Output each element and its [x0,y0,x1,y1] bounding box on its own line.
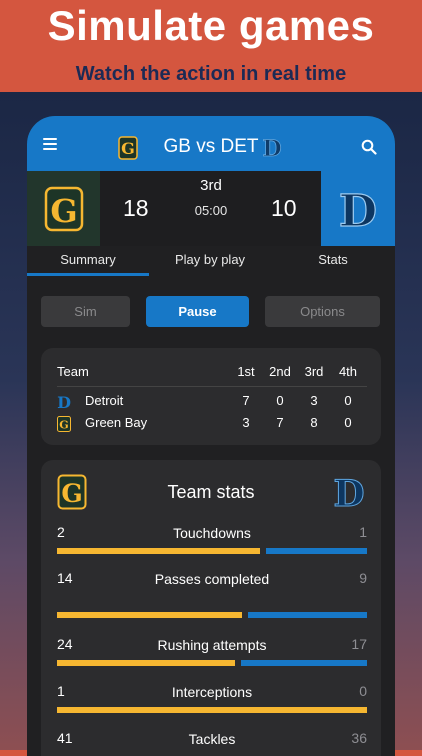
stat-row-interceptions: 1 Interceptions 0 [57,683,367,717]
stat-label: Tackles [188,731,236,747]
detroit-logo-icon: D [333,474,365,510]
q3-header: 3rd [304,364,324,379]
q1-score: 7 [242,393,250,408]
quarter-header-row: Team 1st 2nd 3rd 4th [57,364,367,384]
stat-label: Interceptions [171,684,253,700]
quarter-scores-card: Team 1st 2nd 3rd 4th D Detroit 7 0 3 0 G… [41,348,381,445]
stat-bar-right [248,612,367,618]
detroit-logo-icon: D [262,136,282,160]
q4-score: 0 [344,415,352,430]
q1-score: 3 [242,415,250,430]
q3-score: 8 [310,415,318,430]
stat-row-passes-completed: 14 Passes completed 9 [57,570,367,624]
q4-score: 0 [344,393,352,408]
stat-label: Rushing attempts [157,637,267,653]
team-stats-card: G Team stats D 2 Touchdowns 1 14 Passes … [41,460,381,756]
app-bar: G GB vs DET D [27,116,395,171]
stat-row-tackles: 41 Tackles 36 [57,730,367,756]
stat-right-value: 9 [359,570,367,586]
team-name: Green Bay [85,415,148,430]
stat-left-value: 41 [57,730,73,746]
stat-bar-right [266,548,367,554]
active-tab-indicator [27,273,149,276]
stat-left-value: 1 [57,683,65,699]
stat-row-rushing-attempts: 24 Rushing attempts 17 [57,636,367,670]
green-bay-logo-icon: G [57,416,71,432]
tab-summary[interactable]: Summary [27,252,149,267]
stat-bar-right [241,660,367,666]
svg-text:D: D [339,186,377,232]
stat-right-value: 17 [351,636,367,652]
q1-header: 1st [237,364,255,379]
detroit-logo-icon: D [57,394,71,410]
detroit-tile: D [321,171,395,246]
stat-bar-left [57,612,242,618]
team-stats-title: Team stats [167,482,255,502]
stat-row-touchdowns: 2 Touchdowns 1 [57,524,367,558]
options-button[interactable]: Options [265,296,380,327]
tab-bar: Summary Play by play Stats [27,246,395,277]
stat-right-value: 36 [351,730,367,746]
q2-header: 2nd [269,364,291,379]
sim-button[interactable]: Sim [41,296,130,327]
stat-label: Passes completed [154,571,270,587]
away-score: 10 [271,195,297,221]
divider [57,386,367,387]
team-name: Detroit [85,393,124,408]
stat-right-value: 0 [359,683,367,699]
tab-stats[interactable]: Stats [271,252,395,267]
q2-score: 0 [276,393,284,408]
promo-title: Simulate games [47,2,375,49]
tab-play-by-play[interactable]: Play by play [149,252,271,267]
q3-score: 3 [310,393,318,408]
table-row: D Detroit 7 0 3 0 [57,393,367,413]
stat-label: Touchdowns [173,525,251,541]
phone-screen: G GB vs DET D G 18 3rd 05:00 10 D Summar… [27,116,395,756]
team-column-header: Team [57,364,89,379]
search-icon[interactable] [361,139,377,155]
svg-text:D: D [57,394,71,410]
stat-left-value: 14 [57,570,73,586]
stat-left-value: 24 [57,636,73,652]
svg-text:D: D [262,136,281,160]
q4-header: 4th [338,364,358,379]
stat-right-value: 1 [359,524,367,540]
detroit-logo-icon: D [338,186,377,232]
pause-button[interactable]: Pause [146,296,249,327]
stat-left-value: 2 [57,524,65,540]
promo-banner: Simulate games Watch the action in real … [0,0,422,92]
app-title: GB vs DET [163,136,259,157]
svg-text:D: D [333,474,364,510]
svg-text:G: G [59,419,68,432]
q2-score: 7 [276,415,284,430]
scoreboard: G 18 3rd 05:00 10 D [27,171,395,246]
stat-bar-left [57,548,260,554]
promo-subtitle: Watch the action in real time [75,63,347,85]
stat-bar-left [57,707,367,713]
table-row: G Green Bay 3 7 8 0 [57,415,367,435]
stat-bar-left [57,660,235,666]
